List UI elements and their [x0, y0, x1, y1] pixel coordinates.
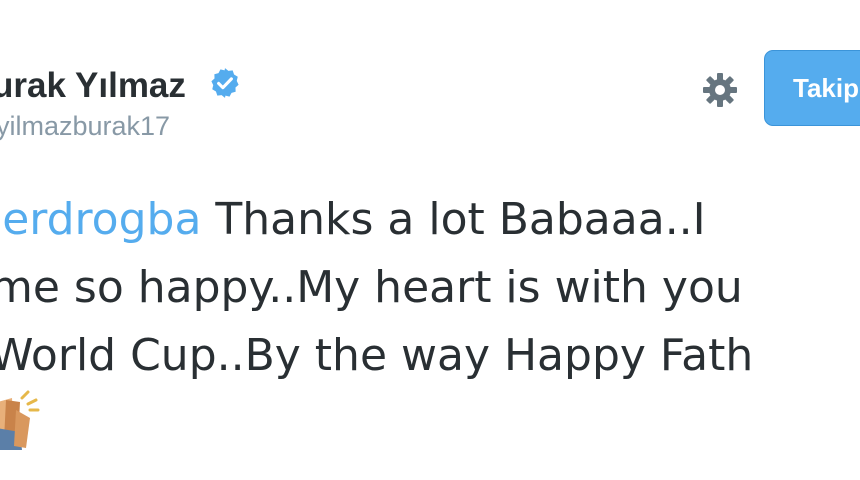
tweet-line-1: ierdrogba Thanks a lot Babaaa..I	[0, 186, 860, 254]
mention-link[interactable]: ierdrogba	[0, 194, 201, 245]
tweet-line-3: World Cup..By the way Happy Fath	[0, 330, 754, 381]
clapping-hands-icon	[0, 390, 40, 450]
username[interactable]: yilmazburak17	[0, 110, 170, 142]
tweet-text: ierdrogba Thanks a lot Babaaa..I me so h…	[0, 186, 860, 390]
tweet-card: urak Yılmaz yilmazburak17 Takip ierdrogb…	[0, 0, 860, 480]
gear-icon[interactable]	[700, 70, 740, 110]
tweet-line-2: me so happy..My heart is with you	[0, 262, 743, 313]
verified-badge-icon	[211, 68, 239, 98]
display-name[interactable]: urak Yılmaz	[0, 64, 186, 108]
follow-button[interactable]: Takip	[764, 50, 860, 126]
tweet-line-1-text: Thanks a lot Babaaa..I	[201, 194, 706, 245]
